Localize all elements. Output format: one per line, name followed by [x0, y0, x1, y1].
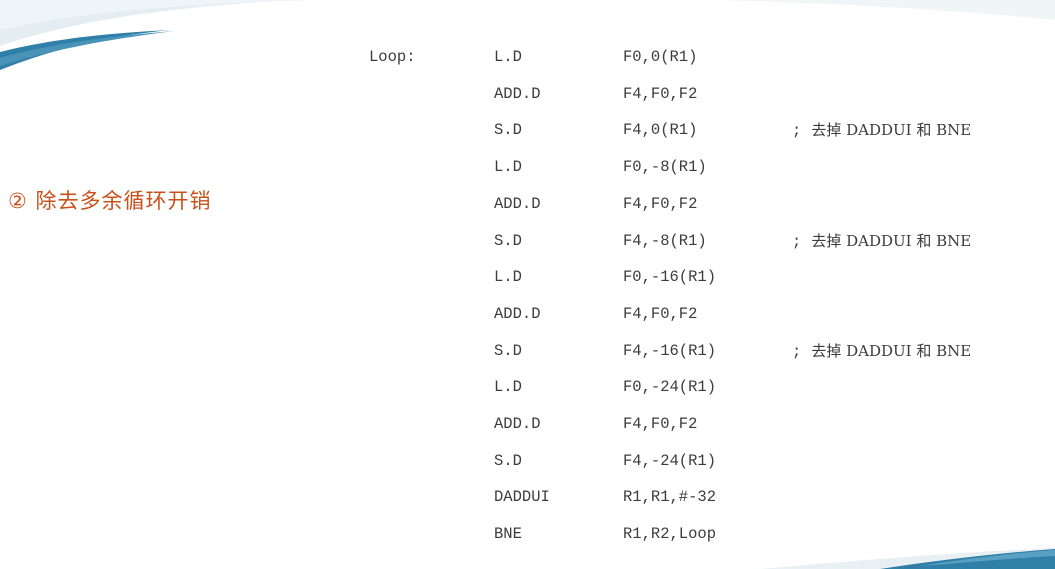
code-opcode: DADDUI [494, 488, 550, 507]
code-opcode: S.D [494, 121, 522, 140]
code-operands: F0,-8(R1) [623, 158, 707, 177]
code-operands: F4,-24(R1) [623, 451, 717, 470]
code-opcode: L.D [494, 268, 522, 287]
code-opcode: S.D [494, 341, 522, 360]
code-operands: R1,R2,Loop [623, 525, 717, 544]
code-operands: F4,F0,F2 [623, 415, 698, 433]
code-comment: ; 去掉 DADDUI 和 BNE [792, 231, 972, 251]
code-comment: ; 去掉 DADDUI 和 BNE [792, 341, 972, 361]
code-operands: F4,-16(R1) [623, 341, 717, 360]
code-opcode: S.D [494, 231, 522, 250]
code-operands: F0,0(R1) [623, 48, 698, 66]
code-operands: F0,-24(R1) [623, 378, 717, 397]
code-opcode: L.D [494, 48, 522, 66]
code-operands: F0,-16(R1) [623, 268, 717, 287]
code-opcode: L.D [494, 158, 522, 177]
code-label: Loop: [369, 48, 416, 66]
code-operands: F4,F0,F2 [623, 304, 698, 323]
code-opcode: ADD.D [494, 415, 541, 433]
code-opcode: ADD.D [494, 194, 541, 213]
code-operands: F4,-8(R1) [623, 231, 707, 250]
code-opcode: L.D [494, 378, 522, 397]
code-operands: F4,F0,F2 [623, 194, 698, 213]
assembly-code-block: Loop: L.D F0,0(R1) ADD.D F4,F0,F2 S.D F4,0(R1)… [0, 0, 1055, 569]
code-comment: ; 去掉 DADDUI 和 BNE [792, 121, 972, 141]
code-operands: F4,F0,F2 [623, 84, 698, 103]
code-opcode: ADD.D [494, 304, 541, 323]
code-opcode: S.D [494, 451, 522, 470]
code-operands: R1,R1,#-32 [623, 488, 717, 507]
code-operands: F4,0(R1) [623, 121, 698, 140]
code-opcode: ADD.D [494, 84, 541, 103]
code-opcode: BNE [494, 525, 522, 544]
